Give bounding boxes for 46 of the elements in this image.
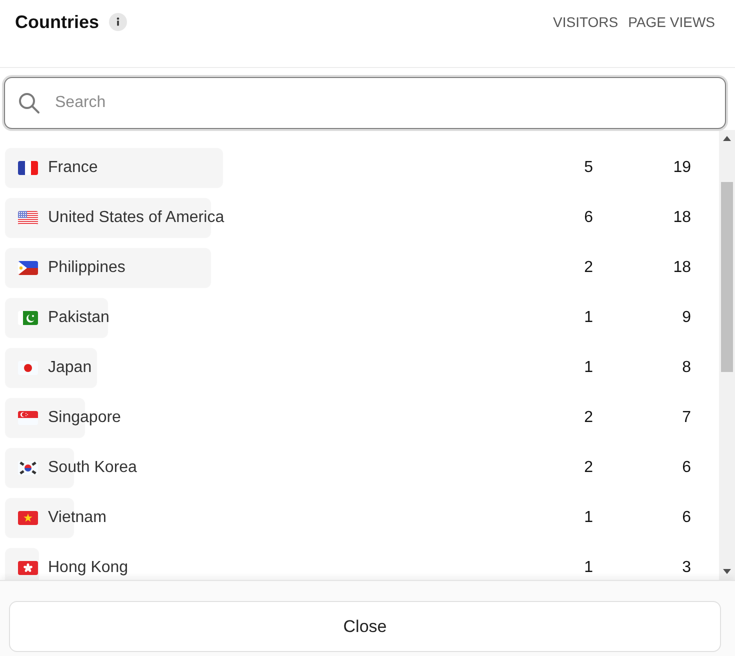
visitors-count: 2 bbox=[583, 409, 593, 427]
page-views-count: 9 bbox=[681, 309, 691, 327]
flag-icon bbox=[18, 311, 38, 325]
visitors-count: 2 bbox=[583, 259, 593, 277]
flag-icon bbox=[18, 461, 38, 475]
page-views-count: 3 bbox=[681, 559, 691, 577]
page-views-count: 6 bbox=[681, 459, 691, 477]
country-name: France bbox=[47, 159, 99, 177]
visitors-count: 1 bbox=[583, 309, 593, 327]
country-name: Hong Kong bbox=[47, 559, 130, 577]
search-field[interactable]: Search bbox=[4, 77, 726, 129]
flag-icon bbox=[18, 511, 38, 525]
visitors-count: 1 bbox=[583, 509, 593, 527]
flag-icon bbox=[18, 411, 38, 425]
visitors-count: 1 bbox=[583, 559, 593, 577]
column-header: VISITORS bbox=[553, 13, 618, 31]
info-icon[interactable] bbox=[109, 13, 128, 31]
country-name: Pakistan bbox=[47, 309, 110, 327]
country-name: United States of America bbox=[47, 209, 226, 227]
visitors-count: 6 bbox=[583, 209, 593, 227]
close-button[interactable]: Close bbox=[9, 601, 721, 652]
page-views-count: 7 bbox=[681, 409, 691, 427]
search-icon bbox=[18, 92, 40, 114]
flag-icon bbox=[18, 361, 38, 375]
flag-icon bbox=[18, 161, 38, 175]
country-name: Vietnam bbox=[47, 509, 108, 527]
column-header: PAGE VIEWS bbox=[628, 13, 715, 31]
country-name: Japan bbox=[47, 359, 93, 377]
visitors-count: 5 bbox=[583, 159, 593, 177]
country-name: South Korea bbox=[47, 459, 138, 477]
visitors-count: 2 bbox=[583, 459, 593, 477]
page-views-count: 8 bbox=[681, 359, 691, 377]
flag-icon bbox=[18, 211, 38, 225]
up-triangle-icon[interactable] bbox=[723, 136, 731, 141]
flag-icon bbox=[18, 561, 38, 575]
country-name: Singapore bbox=[47, 409, 122, 427]
flag-icon bbox=[18, 261, 38, 275]
country-name: Philippines bbox=[47, 259, 126, 277]
scrollbar-thumb[interactable] bbox=[721, 182, 733, 372]
visitors-count: 1 bbox=[583, 359, 593, 377]
page-views-count: 18 bbox=[672, 259, 691, 277]
down-triangle-icon[interactable] bbox=[723, 569, 731, 574]
page-views-count: 6 bbox=[681, 509, 691, 527]
page-views-count: 18 bbox=[672, 209, 691, 227]
page-views-count: 19 bbox=[672, 159, 691, 177]
panel-title: Countries bbox=[15, 11, 100, 34]
